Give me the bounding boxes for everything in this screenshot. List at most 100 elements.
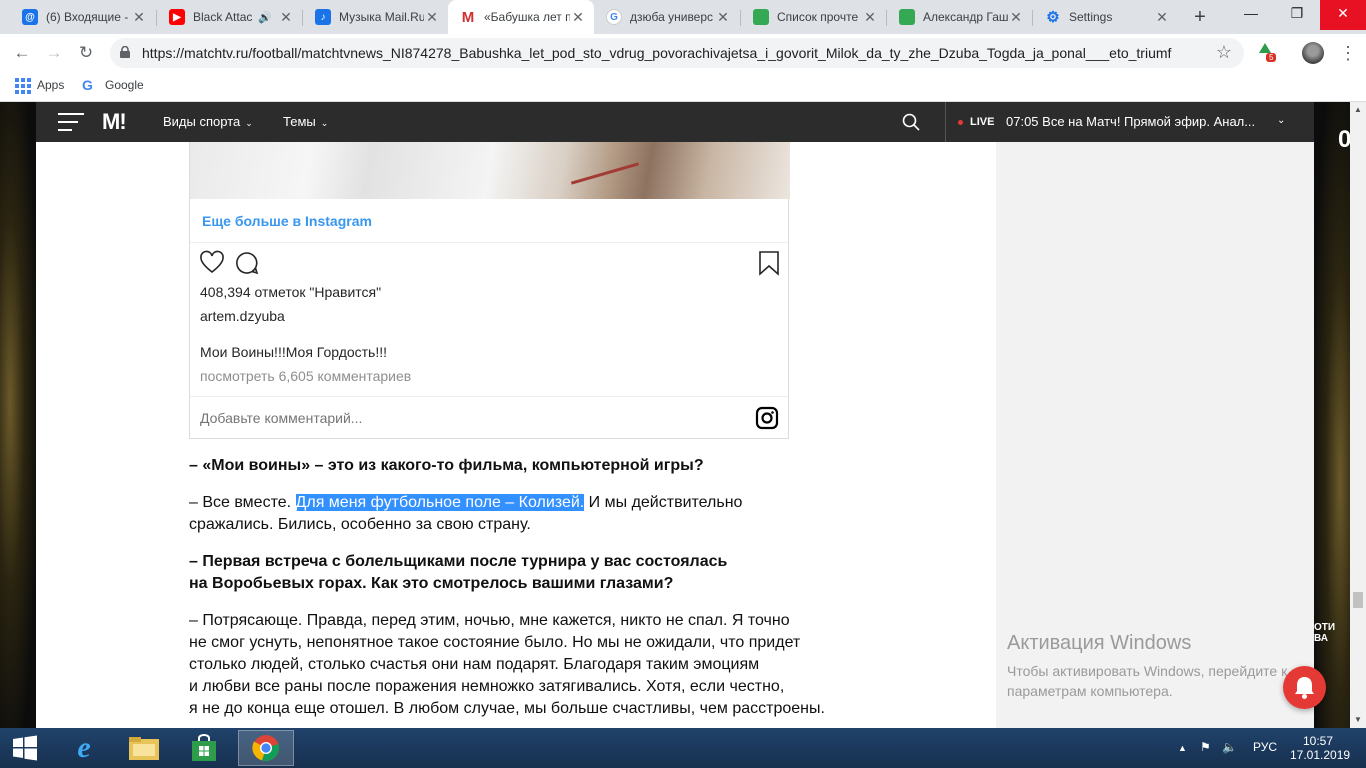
likes-count: 408,394 отметок "Нравится" (200, 284, 382, 300)
article-content: Еще больше в Instagram 408,394 отметок "… (36, 142, 996, 728)
extension-icon[interactable]: 5 (1256, 42, 1278, 64)
nav-sports[interactable]: Виды спорта ⌄ (163, 114, 253, 129)
tab-youtube[interactable]: ▶ Black Attac 🔊 ✕ (157, 0, 302, 34)
nav-label: Виды спорта (163, 114, 241, 129)
speaker-icon[interactable]: 🔊 (258, 11, 272, 24)
tab-sheets-2[interactable]: Александр Гаш ✕ (887, 0, 1032, 34)
tab-google-search[interactable]: G дзюба универс ✕ (594, 0, 739, 34)
live-label: LIVE (970, 116, 995, 128)
tab-mail-music[interactable]: ♪ Музыка Mail.Ru ✕ (303, 0, 448, 34)
comment-icon[interactable] (234, 250, 260, 276)
close-window-button[interactable]: ✕ (1320, 0, 1366, 30)
close-tab-icon[interactable]: ✕ (1008, 9, 1024, 26)
matchtv-icon: M (461, 8, 475, 26)
view-comments-link[interactable]: посмотреть 6,605 комментариев (200, 368, 411, 384)
bookmarks-bar: Apps G Google (0, 72, 1366, 102)
address-bar[interactable]: https://matchtv.ru/football/matchtvnews_… (110, 38, 1244, 68)
question-line: – Первая встреча с болельщиками после ту… (189, 553, 728, 570)
instagram-logo-icon[interactable] (755, 406, 779, 430)
bookmark-star-icon[interactable]: ☆ (1216, 42, 1232, 63)
language-indicator[interactable]: РУС (1253, 740, 1277, 754)
nav-topics[interactable]: Темы ⌄ (283, 114, 328, 129)
close-tab-icon[interactable]: ✕ (862, 9, 878, 26)
answer-line: – Потрясающе. Правда, перед этим, ночью,… (189, 612, 790, 629)
scroll-down-arrow-icon[interactable]: ▼ (1350, 712, 1366, 728)
back-button[interactable]: ← (10, 41, 34, 65)
bookmark-label: Apps (37, 78, 65, 92)
reload-button[interactable]: ↻ (74, 41, 98, 65)
selected-text[interactable]: Для меня футбольное поле – Колизей. (295, 494, 585, 511)
close-tab-icon[interactable]: ✕ (131, 9, 147, 26)
scrollbar-thumb[interactable] (1353, 592, 1363, 608)
system-clock[interactable]: 10:57 17.01.2019 (1290, 734, 1351, 762)
watermark-title: Активация Windows (1007, 632, 1192, 654)
chrome-menu-icon[interactable]: ⋮ (1338, 42, 1358, 64)
live-program-text[interactable]: 07:05 Все на Матч! Прямой эфир. Анал... (1006, 114, 1255, 129)
close-tab-icon[interactable]: ✕ (715, 9, 731, 26)
google-icon: G (606, 9, 622, 25)
comment-input[interactable] (200, 410, 700, 426)
watermark-line: параметрам компьютера. (1007, 683, 1173, 699)
bookmark-google[interactable]: G Google (82, 77, 144, 93)
answer-text: – Все вместе. (189, 494, 296, 511)
windows-logo-icon (13, 735, 37, 761)
mail-at-icon: @ (22, 9, 38, 25)
site-logo[interactable]: M! (102, 109, 127, 135)
network-flag-icon[interactable]: ⚑ (1200, 740, 1211, 754)
minimize-button[interactable]: — (1228, 0, 1274, 30)
tab-title: Список прочте (777, 10, 859, 24)
windows-taskbar: e ▲ ⚑ 🔈 РУС 10:57 17.01.2019 (0, 728, 1366, 768)
heart-like-icon[interactable] (199, 250, 225, 276)
store-icon[interactable] (176, 730, 232, 766)
instagram-more-link[interactable]: Еще больше в Instagram (202, 213, 372, 229)
internet-explorer-icon[interactable]: e (56, 730, 112, 766)
tab-inbox[interactable]: @ (6) Входящие - ✕ (10, 0, 155, 34)
restore-button[interactable]: ❐ (1274, 0, 1320, 30)
lock-icon (120, 46, 130, 58)
volume-icon[interactable]: 🔈 (1222, 740, 1237, 754)
tab-settings[interactable]: ⚙ Settings ✕ (1033, 0, 1178, 34)
scroll-up-arrow-icon[interactable]: ▲ (1350, 102, 1366, 118)
forward-button[interactable]: → (42, 41, 66, 65)
tab-title: Музыка Mail.Ru (339, 10, 424, 24)
search-icon[interactable] (902, 113, 920, 131)
hamburger-menu-icon[interactable] (58, 113, 84, 131)
interview-question: – «Мои воины» – это из какого-то фильма,… (189, 457, 704, 474)
profile-avatar[interactable] (1302, 42, 1324, 64)
answer-line: не смог уснуть, непонятное такое состоян… (189, 634, 801, 651)
file-explorer-icon[interactable] (116, 730, 172, 766)
tab-title: Black Attac (193, 10, 253, 24)
tray-overflow-icon[interactable]: ▲ (1178, 743, 1187, 753)
close-tab-icon[interactable]: ✕ (570, 9, 586, 26)
sheets-icon (899, 9, 915, 25)
url-text[interactable]: https://matchtv.ru/football/matchtvnews_… (142, 45, 1202, 61)
background-ad-left[interactable] (0, 102, 36, 728)
notification-bell-button[interactable] (1283, 666, 1326, 709)
chrome-icon[interactable] (238, 730, 294, 766)
instagram-embed: Еще больше в Instagram 408,394 отметок "… (189, 142, 790, 439)
shopping-bag-icon (192, 734, 216, 761)
ie-glyph: e (77, 731, 91, 764)
extension-badge: 5 (1266, 53, 1277, 62)
interview-answer: – Потрясающе. Правда, перед этим, ночью,… (189, 610, 889, 720)
tab-title: (6) Входящие - (46, 10, 129, 24)
close-tab-icon[interactable]: ✕ (278, 9, 294, 26)
sheets-icon (753, 9, 769, 25)
tab-title: Settings (1069, 10, 1113, 24)
close-tab-icon[interactable]: ✕ (424, 9, 440, 26)
instagram-username[interactable]: artem.dzyuba (200, 308, 285, 324)
new-tab-button[interactable]: + (1188, 5, 1212, 29)
interview-question: – Первая встреча с болельщиками после ту… (189, 551, 889, 595)
tab-matchtv-active[interactable]: M «Бабушка лет п ✕ (448, 0, 594, 34)
close-tab-icon[interactable]: ✕ (1154, 9, 1170, 26)
instagram-photo[interactable] (190, 142, 790, 199)
tab-sheets-1[interactable]: Список прочте ✕ (741, 0, 886, 34)
settings-gear-icon: ⚙ (1046, 9, 1060, 26)
divider (945, 102, 946, 142)
windows-start-icon[interactable] (0, 730, 50, 766)
page-scrollbar[interactable]: ▲ ▼ (1350, 102, 1366, 728)
bookmark-save-icon[interactable] (756, 250, 782, 276)
chevron-down-icon[interactable]: ⌄ (1277, 115, 1285, 126)
clock-date: 17.01.2019 (1290, 748, 1351, 762)
bookmark-apps[interactable]: Apps (14, 77, 65, 94)
